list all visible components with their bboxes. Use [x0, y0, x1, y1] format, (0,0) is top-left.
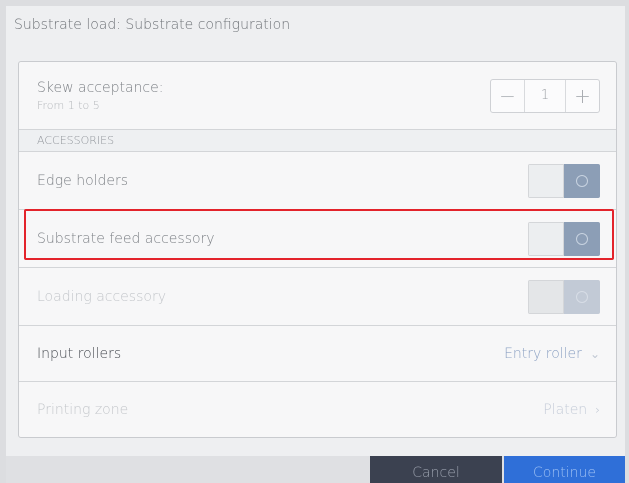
- edge-holders-label: Edge holders: [37, 172, 129, 189]
- substrate-feed-accessory-toggle[interactable]: [528, 221, 600, 256]
- loading-accessory-toggle: [528, 279, 600, 314]
- decrement-button[interactable]: −: [491, 80, 524, 112]
- printing-zone-select: Platen ›: [543, 402, 600, 418]
- off-circle-icon: [576, 232, 588, 245]
- toggle-knob: [564, 279, 600, 314]
- input-rollers-value: Entry roller: [504, 345, 582, 362]
- accessories-header-label: ACCESSORIES: [37, 134, 115, 147]
- toggle-track: [528, 221, 564, 256]
- printing-zone-label: Printing zone: [37, 401, 129, 418]
- loading-accessory-label: Loading accessory: [37, 288, 166, 305]
- input-rollers-row[interactable]: Input rollers Entry roller ⌄: [19, 326, 616, 382]
- substrate-feed-accessory-label: Substrate feed accessory: [37, 230, 215, 247]
- edge-holders-row: Edge holders: [19, 152, 616, 210]
- chevron-right-icon: ›: [595, 402, 600, 417]
- input-rollers-select[interactable]: Entry roller ⌄: [504, 346, 600, 362]
- configuration-panel: Skew acceptance: From 1 to 5 − 1 + ACCES…: [18, 61, 617, 438]
- substrate-feed-accessory-row: Substrate feed accessory: [19, 210, 616, 268]
- toggle-track: [528, 279, 564, 314]
- printing-zone-row: Printing zone Platen ›: [19, 382, 616, 437]
- off-circle-icon: [576, 290, 588, 303]
- input-rollers-label: Input rollers: [37, 345, 122, 362]
- skew-value-field[interactable]: 1: [524, 79, 566, 112]
- footer-bar: Cancel Continue: [6, 456, 625, 483]
- loading-accessory-row: Loading accessory: [19, 268, 616, 326]
- chevron-down-icon: ⌄: [589, 346, 600, 361]
- skew-acceptance-label: Skew acceptance:: [37, 79, 164, 96]
- increment-button[interactable]: +: [566, 80, 599, 112]
- skew-range-hint: From 1 to 5: [37, 98, 100, 112]
- skew-acceptance-row: Skew acceptance: From 1 to 5 − 1 +: [19, 62, 616, 130]
- toggle-track: [528, 163, 564, 198]
- edge-holders-toggle[interactable]: [528, 163, 600, 198]
- toggle-knob: [564, 221, 600, 256]
- continue-button[interactable]: Continue: [504, 456, 625, 483]
- printing-zone-value: Platen: [543, 401, 588, 418]
- skew-label-group: Skew acceptance: From 1 to 5: [37, 80, 163, 112]
- accessories-section-header: ACCESSORIES: [19, 130, 616, 152]
- screen: Substrate load: Substrate configuration …: [6, 6, 625, 483]
- cancel-button[interactable]: Cancel: [370, 456, 502, 483]
- off-circle-icon: [576, 174, 588, 187]
- page-title: Substrate load: Substrate configuration: [14, 17, 291, 33]
- skew-stepper: − 1 +: [490, 78, 600, 113]
- toggle-knob: [564, 163, 600, 198]
